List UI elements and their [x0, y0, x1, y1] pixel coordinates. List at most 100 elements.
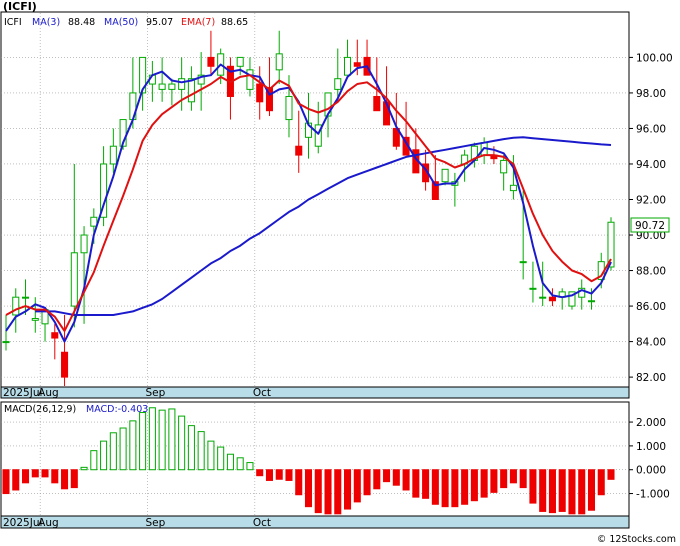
- macd-value-label: MACD:-0.403: [86, 404, 148, 415]
- candle-body: [529, 287, 537, 290]
- macd-bar: [119, 427, 127, 471]
- month-label: Aug: [38, 387, 59, 399]
- candle-body: [587, 300, 596, 303]
- macd-bar: [31, 469, 39, 478]
- legend-ma3-value: 88.48: [68, 17, 95, 28]
- macd-bar: [304, 469, 313, 508]
- macd-bar: [402, 469, 410, 491]
- price-tick-label: 82.00: [636, 372, 666, 384]
- macd-bar: [51, 469, 59, 484]
- watermark: © 12Stocks.com: [597, 534, 676, 545]
- macd-bar: [265, 469, 273, 481]
- stock-chart: 82.0084.0086.0088.0090.0092.0094.0096.00…: [0, 0, 676, 545]
- macd-bar: [587, 469, 596, 511]
- macd-params-label: MACD(26,12,9): [4, 404, 76, 415]
- price-legend: ICFI MA(3) 88.48 MA(50) 95.07 EMA(7) 88.…: [4, 17, 248, 28]
- macd-tick-label: 0.000: [636, 465, 666, 477]
- month-label: Oct: [253, 517, 271, 529]
- month-label: Sep: [145, 387, 165, 399]
- candle-body: [256, 83, 264, 103]
- macd-bar: [344, 469, 352, 510]
- macd-bar: [41, 469, 49, 478]
- macd-bar: [392, 469, 400, 486]
- candle-body: [2, 341, 10, 344]
- macd-bar: [578, 469, 586, 515]
- macd-bar: [480, 469, 488, 498]
- macd-bar: [2, 469, 10, 495]
- macd-bar: [226, 453, 234, 471]
- macd-bar: [451, 469, 459, 508]
- macd-bar: [100, 440, 108, 471]
- macd-bar: [90, 450, 98, 471]
- macd-bar: [519, 469, 527, 489]
- price-tick-label: 84.00: [636, 337, 666, 349]
- macd-bar: [158, 409, 166, 471]
- candle-body: [178, 78, 186, 90]
- macd-bar: [236, 457, 244, 471]
- candle-body: [168, 83, 176, 90]
- macd-bar: [275, 469, 283, 480]
- candle-body: [12, 296, 20, 316]
- macd-bar: [187, 425, 195, 471]
- macd-date-band: [0, 515, 630, 529]
- legend-ma50-label: MA(50): [104, 17, 138, 28]
- macd-bar: [295, 469, 303, 496]
- candle-body: [31, 318, 39, 321]
- candle-body: [207, 56, 215, 67]
- macd-bar: [363, 469, 371, 496]
- macd-bar: [21, 469, 30, 484]
- price-tick-label: 94.00: [636, 159, 666, 171]
- month-label: Oct: [253, 387, 271, 399]
- macd-bar: [109, 432, 117, 471]
- macd-bar: [334, 469, 342, 515]
- candle-body: [548, 296, 556, 302]
- candle-body: [519, 261, 527, 264]
- macd-bar: [422, 469, 430, 499]
- macd-bar: [217, 446, 225, 471]
- price-tick-label: 92.00: [636, 195, 666, 207]
- legend-ema7-label: EMA(7): [181, 17, 215, 28]
- price-date-band: [0, 386, 630, 399]
- price-panel: [0, 11, 630, 388]
- candle-body: [109, 145, 117, 165]
- macd-bar: [500, 469, 508, 489]
- macd-bar: [324, 469, 332, 515]
- macd-bar: [607, 469, 615, 480]
- macd-bar: [461, 469, 469, 505]
- macd-bar: [490, 469, 498, 493]
- candle-body: [70, 252, 78, 307]
- candle-body: [158, 83, 166, 90]
- month-label: Sep: [145, 517, 165, 529]
- macd-bar: [558, 469, 566, 512]
- macd-y-axis: -1.000 0.000 1.000 2.000: [629, 417, 670, 501]
- macd-tick-label: -1.000: [636, 489, 670, 501]
- macd-bar: [197, 431, 205, 471]
- macd-bar: [568, 469, 576, 515]
- macd-bar: [285, 469, 293, 481]
- macd-bar: [70, 469, 78, 489]
- macd-bar: [61, 469, 69, 490]
- candle-body: [275, 53, 283, 71]
- candle-body: [500, 159, 508, 174]
- macd-bar: [441, 469, 449, 508]
- last-price-tag: 90.72: [630, 217, 670, 233]
- month-label: Aug: [38, 517, 59, 529]
- macd-bar: [373, 469, 381, 490]
- macd-bar: [129, 420, 137, 471]
- candle-body: [90, 216, 98, 227]
- macd-bar: [353, 469, 361, 503]
- candle-body: [285, 95, 293, 121]
- price-tick-label: 100.00: [636, 52, 673, 64]
- candle-body: [334, 78, 342, 90]
- month-label: 2025Jul: [3, 517, 42, 529]
- price-tick-label: 88.00: [636, 266, 666, 278]
- candle-body: [344, 56, 352, 76]
- macd-bar: [314, 469, 322, 514]
- legend-symbol: ICFI: [4, 17, 22, 28]
- macd-bar: [383, 469, 391, 483]
- macd-bar: [539, 469, 547, 512]
- macd-bar: [178, 415, 186, 471]
- macd-bar: [412, 469, 420, 498]
- macd-bar: [148, 407, 156, 471]
- macd-tick-label: 1.000: [636, 441, 666, 453]
